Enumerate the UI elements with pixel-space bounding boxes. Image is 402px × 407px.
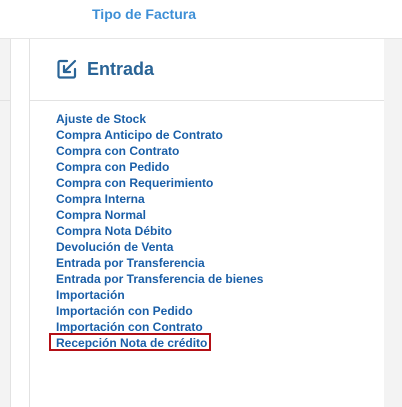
link-compra-con-pedido[interactable]: Compra con Pedido	[56, 159, 263, 175]
panel-header: Entrada	[30, 39, 384, 101]
edit-box-icon	[57, 59, 77, 79]
link-compra-con-requerimiento[interactable]: Compra con Requerimiento	[56, 175, 263, 191]
link-compra-nota-debito[interactable]: Compra Nota Débito	[56, 223, 263, 239]
highlight-box	[49, 333, 211, 351]
link-importacion-con-pedido[interactable]: Importación con Pedido	[56, 303, 263, 319]
link-importacion[interactable]: Importación	[56, 287, 263, 303]
panel-title: Entrada	[87, 59, 155, 79]
right-column	[384, 39, 402, 407]
link-devolucion-de-venta[interactable]: Devolución de Venta	[56, 239, 263, 255]
link-compra-interna[interactable]: Compra Interna	[56, 191, 263, 207]
link-entrada-por-transferencia-de-bienes[interactable]: Entrada por Transferencia de bienes	[56, 271, 263, 287]
top-bar: Tipo de Factura	[0, 0, 402, 39]
left-column	[0, 39, 11, 407]
left-column-divider	[0, 100, 10, 101]
entrada-panel: Entrada Ajuste de Stock Compra Anticipo …	[29, 39, 385, 407]
link-compra-anticipo-de-contrato[interactable]: Compra Anticipo de Contrato	[56, 127, 263, 143]
link-compra-normal[interactable]: Compra Normal	[56, 207, 263, 223]
link-ajuste-de-stock[interactable]: Ajuste de Stock	[56, 111, 263, 127]
link-entrada-por-transferencia[interactable]: Entrada por Transferencia	[56, 255, 263, 271]
entrada-link-list: Ajuste de Stock Compra Anticipo de Contr…	[56, 111, 263, 351]
tipo-de-factura-link[interactable]: Tipo de Factura	[92, 6, 196, 22]
link-compra-con-contrato[interactable]: Compra con Contrato	[56, 143, 263, 159]
